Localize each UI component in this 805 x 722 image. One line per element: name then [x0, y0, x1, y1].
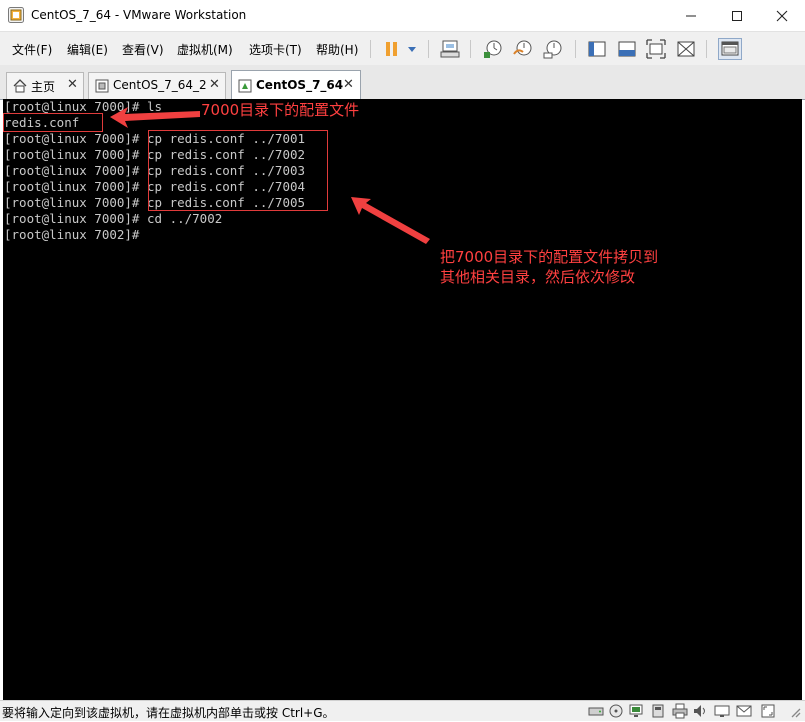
arrow-to-cp-commands: [351, 197, 430, 244]
menu-vm[interactable]: 虚拟机(M): [177, 41, 233, 58]
toolbar-separator: [575, 40, 576, 58]
arrow-to-redis-conf: [110, 107, 200, 128]
menu-file[interactable]: 文件(F): [12, 41, 52, 58]
revert-snapshot-icon[interactable]: [512, 38, 534, 60]
minimize-button[interactable]: [668, 0, 714, 31]
status-bar: 要将输入定向到该虚拟机，请在虚拟机内部单击或按 Ctrl+G。: [0, 700, 805, 721]
tab-label: CentOS_7_64_2: [113, 78, 207, 92]
console-view-icon[interactable]: [616, 38, 638, 60]
tab-close-icon[interactable]: ✕: [209, 77, 220, 92]
network-icon[interactable]: [628, 703, 644, 719]
display-icon[interactable]: [714, 703, 730, 719]
resize-grip-icon[interactable]: [786, 703, 802, 719]
vm-console[interactable]: [root@linux 7000]# ls redis.conf [root@l…: [3, 99, 802, 700]
snapshot-manager-icon[interactable]: [542, 38, 564, 60]
maximize-button[interactable]: [714, 0, 760, 31]
send-ctrl-alt-del-icon[interactable]: [439, 38, 461, 60]
tab-label: CentOS_7_64: [256, 78, 344, 92]
usb-icon[interactable]: [650, 703, 666, 719]
menu-tabs[interactable]: 选项卡(T): [249, 41, 302, 58]
message-icon[interactable]: [736, 703, 752, 719]
toolbar-separator: [706, 40, 707, 58]
tab-bar: 主页 ✕ CentOS_7_64_2 ✕ CentOS_7_64 ✕: [0, 65, 805, 100]
fullscreen-small-icon[interactable]: [760, 703, 776, 719]
pause-icon[interactable]: [381, 38, 403, 60]
sound-icon[interactable]: [692, 703, 708, 719]
printer-icon[interactable]: [672, 703, 688, 719]
toolbar-separator: [428, 40, 429, 58]
annotation-config-file: 7000目录下的配置文件: [201, 101, 360, 119]
snapshot-icon[interactable]: [482, 38, 504, 60]
status-message: 要将输入定向到该虚拟机，请在虚拟机内部单击或按 Ctrl+G。: [2, 706, 335, 720]
thumbnail-icon[interactable]: [718, 38, 742, 60]
unity-icon[interactable]: [675, 38, 697, 60]
menu-edit[interactable]: 编辑(E): [67, 41, 108, 58]
cd-icon[interactable]: [608, 703, 624, 719]
fullscreen-icon[interactable]: [645, 38, 667, 60]
annotation-arrows: [110, 107, 430, 244]
sidebar-icon[interactable]: [586, 38, 608, 60]
tab-label: 主页: [31, 80, 56, 94]
dropdown-icon[interactable]: [403, 38, 425, 60]
annotation-copy-line1: 把7000目录下的配置文件拷贝到: [440, 248, 659, 266]
title-bar: CentOS_7_64 - VMware Workstation: [0, 0, 805, 31]
tab-close-icon[interactable]: ✕: [343, 77, 354, 92]
vmware-app-icon: [8, 7, 24, 23]
vm-icon: [238, 79, 252, 93]
tab-close-icon[interactable]: ✕: [67, 77, 78, 92]
close-button[interactable]: [759, 0, 805, 31]
window-title: CentOS_7_64 - VMware Workstation: [31, 8, 247, 22]
tab-centos-7-64[interactable]: CentOS_7_64 ✕: [231, 70, 361, 100]
tab-home[interactable]: 主页 ✕: [6, 72, 84, 99]
menu-help[interactable]: 帮助(H): [316, 41, 358, 58]
vm-icon: [95, 79, 109, 93]
toolbar-separator: [370, 40, 371, 58]
home-icon: [13, 79, 27, 93]
annotation-copy-line2: 其他相关目录，然后依次修改: [440, 268, 636, 286]
hard-disk-icon[interactable]: [588, 703, 604, 719]
menu-view[interactable]: 查看(V): [122, 41, 164, 58]
tab-centos-7-64-2[interactable]: CentOS_7_64_2 ✕: [88, 72, 226, 99]
toolbar-separator: [470, 40, 471, 58]
menu-toolbar: 文件(F) 编辑(E) 查看(V) 虚拟机(M) 选项卡(T) 帮助(H): [0, 31, 805, 66]
